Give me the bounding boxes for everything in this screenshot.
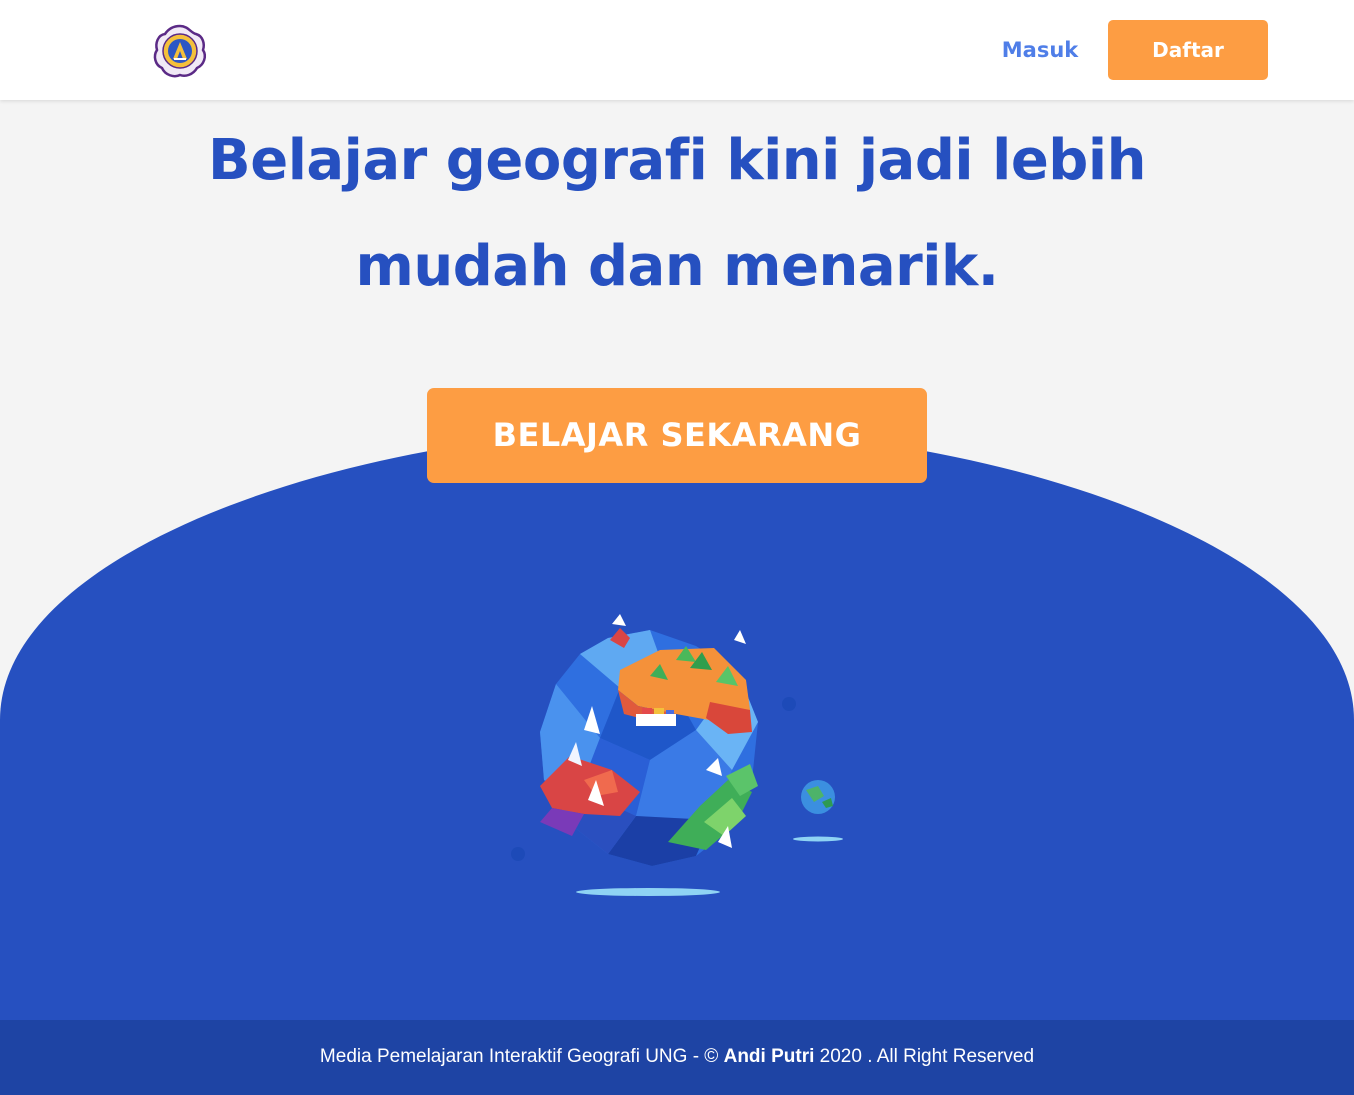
- footer-bar: Media Pemelajaran Interaktif Geografi UN…: [0, 1020, 1354, 1095]
- hero-title: Belajar geografi kini jadi lebih mudah d…: [150, 108, 1204, 320]
- learn-now-button[interactable]: BELAJAR SEKARANG: [427, 388, 927, 483]
- footer-text-prefix: Media Pemelajaran Interaktif Geografi UN…: [319, 1046, 719, 1067]
- university-seal-logo-icon[interactable]: [152, 23, 208, 79]
- hero-title-line-2: mudah dan menarik.: [355, 234, 999, 299]
- low-poly-globe-illustration-icon: [511, 614, 843, 896]
- top-navbar: Masuk Daftar: [0, 0, 1354, 100]
- footer-text-suffix: 2020 . All Right Reserved: [819, 1046, 1035, 1067]
- hero-title-line-1: Belajar geografi kini jadi lebih: [208, 128, 1146, 193]
- login-link[interactable]: Masuk: [996, 33, 1084, 67]
- register-button[interactable]: Daftar: [1108, 20, 1268, 80]
- footer-author: Andi Putri: [723, 1046, 815, 1067]
